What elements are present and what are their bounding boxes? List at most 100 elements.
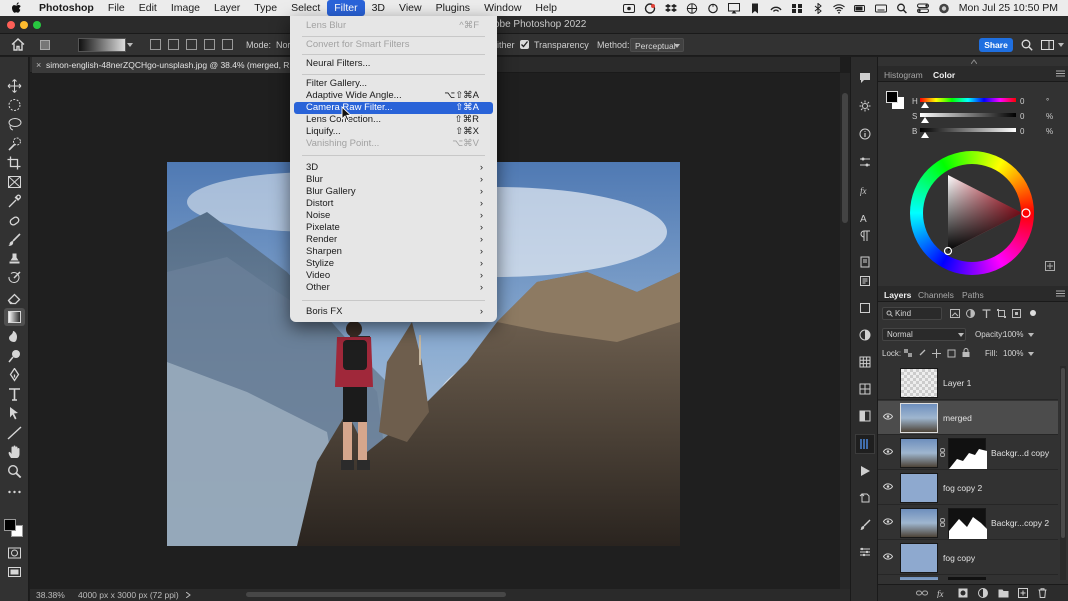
chain-link-icon[interactable] [940, 448, 945, 457]
zoom-tool-icon[interactable] [7, 464, 22, 478]
link-layers-icon[interactable] [916, 589, 928, 597]
bookmark-icon[interactable] [749, 3, 761, 14]
tab-paths[interactable]: Paths [962, 290, 984, 300]
layer-row[interactable]: merged [878, 401, 1058, 435]
character-icon[interactable]: A [859, 212, 871, 224]
menu-item-stylize[interactable]: Stylize › [294, 258, 493, 270]
filter-smart-object-icon[interactable] [1012, 309, 1021, 318]
menu-item-neural-filters[interactable]: Neural Filters... [294, 58, 493, 70]
properties-sliders-icon[interactable] [859, 546, 871, 558]
type-tool-icon[interactable] [7, 387, 22, 401]
tool-preset-picker[interactable] [40, 40, 50, 50]
transparency-checkbox[interactable] [520, 40, 529, 49]
path-selection-tool-icon[interactable] [7, 406, 22, 420]
eyedropper-tool-icon[interactable] [7, 194, 22, 208]
swatches-icon[interactable] [859, 356, 871, 368]
menu-item-adaptive-wide-angle[interactable]: Adaptive Wide Angle... ⌥⇧⌘A [294, 90, 493, 102]
brightness-slider-thumb[interactable] [921, 132, 929, 138]
crop-tool-icon[interactable] [7, 156, 22, 170]
apple-icon[interactable] [10, 1, 24, 15]
collapse-icon[interactable] [971, 59, 977, 64]
airplay-icon[interactable] [727, 2, 740, 14]
saturation-value[interactable]: 0 [1020, 112, 1024, 121]
layer-row[interactable]: Backgr...d copy [878, 436, 1058, 470]
tab-channels[interactable]: Channels [918, 290, 954, 300]
smudge-tool-icon[interactable] [7, 329, 22, 343]
line-tool-icon[interactable] [7, 426, 22, 440]
dropbox-icon[interactable] [664, 3, 677, 14]
clock[interactable]: Mon Jul 25 10:50 PM [959, 2, 1058, 14]
saturation-slider-thumb[interactable] [921, 117, 929, 123]
close-tab-icon[interactable]: × [36, 57, 41, 73]
quick-selection-tool-icon[interactable] [7, 137, 22, 151]
layers-scroll-thumb[interactable] [1061, 368, 1065, 538]
share-button[interactable]: Share [979, 38, 1013, 52]
angle-gradient-button[interactable] [186, 39, 197, 50]
eraser-tool-icon[interactable] [7, 291, 22, 305]
saturation-slider-track[interactable] [920, 113, 1016, 117]
brightness-value[interactable]: 0 [1020, 127, 1024, 136]
screen-mode-icon[interactable] [7, 565, 22, 579]
foreground-color-swatch[interactable] [4, 519, 16, 531]
notes-icon[interactable] [859, 275, 871, 287]
add-mask-icon[interactable] [958, 588, 968, 598]
menu-item-pixelate[interactable]: Pixelate › [294, 222, 493, 234]
layer-filter-kind[interactable]: Kind [882, 307, 942, 320]
linear-gradient-button[interactable] [150, 39, 161, 50]
menu-item-blur[interactable]: Blur › [294, 174, 493, 186]
filter-type-icon[interactable] [982, 309, 991, 318]
menu-item-lens-correction[interactable]: Lens Correction... ⇧⌘R [294, 114, 493, 126]
move-tool-icon[interactable] [7, 79, 22, 93]
menu-edit[interactable]: Edit [132, 0, 164, 16]
tab-color[interactable]: Color [933, 70, 955, 80]
menu-select[interactable]: Select [284, 0, 327, 16]
actions-play-icon[interactable] [859, 465, 871, 477]
document-tab[interactable]: × simon-english-48nerZQCHgo-unsplash.jpg… [32, 57, 312, 73]
menu-item-camera-raw-filter[interactable]: Camera Raw Filter... ⇧⌘A [294, 102, 493, 114]
opacity-value[interactable]: 100% [1003, 330, 1023, 339]
layer-name[interactable]: Backgr...d copy [991, 448, 1049, 458]
chevron-down-icon[interactable] [1028, 352, 1034, 357]
menu-item-distort[interactable]: Distort › [294, 198, 493, 210]
layer-row[interactable]: Layer 1 [878, 366, 1058, 400]
patterns-icon[interactable] [859, 383, 871, 395]
quick-mask-icon[interactable] [7, 546, 22, 560]
menu-view[interactable]: View [392, 0, 429, 16]
fx-styles-icon[interactable]: fx [859, 184, 871, 196]
more-tools-icon[interactable] [7, 485, 22, 499]
tab-layers[interactable]: Layers [884, 290, 911, 300]
layer-row[interactable]: fog copy 2 [878, 471, 1058, 505]
chevron-right-icon[interactable] [186, 592, 191, 598]
lock-artboard-icon[interactable] [947, 349, 956, 358]
chain-link-icon[interactable] [940, 518, 945, 527]
learn-icon[interactable] [859, 100, 871, 112]
reflected-gradient-button[interactable] [204, 39, 215, 50]
lock-transparent-icon[interactable] [904, 349, 912, 357]
siri-icon[interactable] [938, 3, 950, 14]
chevron-down-icon[interactable] [1028, 333, 1034, 338]
eye-icon[interactable] [883, 483, 893, 490]
libraries-icon[interactable] [859, 256, 871, 268]
wifi-icon[interactable] [832, 3, 845, 14]
hand-tool-icon[interactable] [7, 445, 22, 459]
layer-name[interactable]: Backgr...copy 2 [991, 518, 1049, 528]
hue-slider-track[interactable] [920, 98, 1016, 102]
artboards-icon[interactable] [859, 302, 871, 314]
horizontal-scroll-thumb[interactable] [246, 592, 506, 597]
color-foreground-swatch[interactable] [886, 91, 898, 103]
keyboard-icon[interactable] [874, 3, 887, 14]
eye-icon[interactable] [883, 413, 893, 420]
eye-icon[interactable] [883, 518, 893, 525]
menu-item-filter-gallery[interactable]: Filter Gallery... [294, 78, 493, 90]
paragraph-icon[interactable] [859, 230, 871, 242]
filter-shape-icon[interactable] [997, 309, 1006, 318]
filter-toggle-icon[interactable] [1030, 310, 1036, 316]
radial-gradient-button[interactable] [168, 39, 179, 50]
adjustment-layers-icon[interactable] [859, 329, 871, 341]
panel-menu-icon[interactable] [1056, 290, 1065, 297]
grid-app-icon[interactable] [791, 3, 803, 14]
history-brush-tool-icon[interactable] [7, 271, 22, 285]
brush-tool-icon[interactable] [7, 233, 22, 247]
diamond-gradient-button[interactable] [222, 39, 233, 50]
menu-file[interactable]: File [101, 0, 132, 16]
